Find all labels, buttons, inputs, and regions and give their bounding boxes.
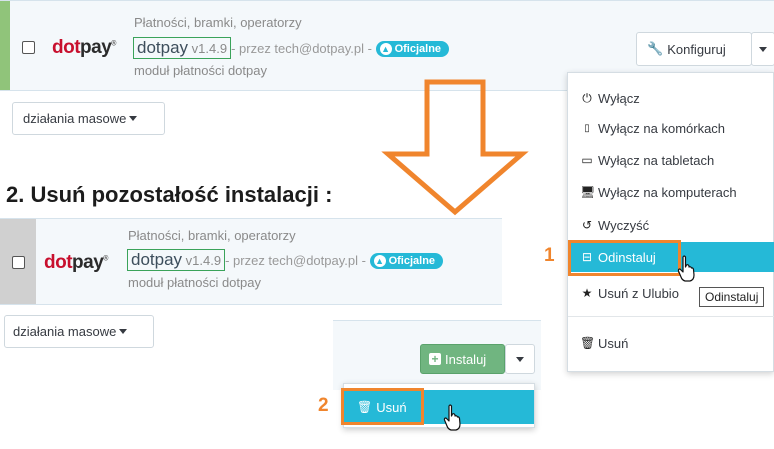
power-icon: ⏻ <box>582 90 592 105</box>
bulk-actions-button-bottom[interactable]: działania masowe <box>4 315 154 348</box>
trash-icon: 🗑 <box>580 336 596 350</box>
dotpay-logo: dotpay® <box>44 252 108 273</box>
menu-item-disable-mobile[interactable]: ▯ Wyłącz na komórkach <box>568 113 774 143</box>
undo-icon: ↺ <box>581 218 593 232</box>
tablet-icon: ▭ <box>581 153 593 167</box>
configure-dropdown-toggle[interactable] <box>751 32 774 66</box>
chevron-down-icon <box>759 46 767 52</box>
module-category: Płatności, bramki, operatorzy <box>134 15 302 30</box>
module-name: dotpay <box>131 250 183 269</box>
module-name-box: dotpay v1.4.9 <box>127 249 226 271</box>
menu-item-delete[interactable]: 🗑 Usuń <box>568 328 774 358</box>
pin-icon: ▲ <box>373 255 386 267</box>
page-heading: 2. Usuń pozostałość instalacji : <box>6 182 333 207</box>
dotpay-logo: dotpay® <box>52 37 116 58</box>
module-description: moduł płatności dotpay <box>134 63 267 78</box>
mobile-icon: ▯ <box>584 122 590 134</box>
caret-icon <box>119 329 128 334</box>
menu-divider <box>568 316 774 317</box>
pin-icon: ▲ <box>379 43 392 55</box>
bulk-actions-button-top[interactable]: działania masowe <box>12 102 165 135</box>
plus-square-icon: + <box>429 353 441 365</box>
module-description: moduł płatności dotpay <box>128 275 261 290</box>
chevron-down-icon <box>516 356 524 362</box>
module-name-line: dotpay v1.4.9- przez tech@dotpay.pl - ▲ O… <box>133 37 450 59</box>
highlight-uninstall <box>568 240 681 276</box>
module-row-bottom: dotpay® Płatności, bramki, operatorzy do… <box>0 218 502 305</box>
module-name-box: dotpay v1.4.9 <box>133 37 232 59</box>
step-1-label: 1 <box>544 245 555 266</box>
install-dropdown-toggle[interactable] <box>505 344 535 374</box>
module-name: dotpay <box>137 38 189 57</box>
official-badge: ▲ Oficjalne <box>375 41 450 57</box>
module-author: - przez tech@dotpay.pl - <box>231 41 372 56</box>
module-version: v1.4.9 <box>185 253 222 268</box>
configure-button[interactable]: 🔧 Konfiguruj <box>636 32 752 66</box>
module-version: v1.4.9 <box>191 41 228 56</box>
desktop-icon: 🖥 <box>580 185 596 199</box>
module-category: Płatności, bramki, operatorzy <box>128 228 296 243</box>
highlight-delete <box>341 388 424 425</box>
menu-item-disable-desktop[interactable]: 🖥 Wyłącz na komputerach <box>568 177 774 207</box>
module-actions-dropdown: ⏻ Wyłącz ▯ Wyłącz na komórkach ▭ Wyłącz na … <box>567 72 774 372</box>
step-2-label: 2 <box>318 395 329 416</box>
module-author: - przez tech@dotpay.pl - <box>225 253 366 268</box>
menu-item-disable[interactable]: ⏻ Wyłącz <box>568 83 774 113</box>
hand-cursor-icon <box>443 404 461 431</box>
uninstall-tooltip: Odinstaluj <box>699 287 765 307</box>
star-icon: ★ <box>581 286 593 300</box>
official-badge: ▲ Oficjalne <box>369 253 444 269</box>
module-checkbox[interactable] <box>12 256 25 269</box>
caret-icon <box>129 116 138 121</box>
menu-item-disable-tablet[interactable]: ▭ Wyłącz na tabletach <box>568 145 774 175</box>
hand-cursor-icon <box>677 255 695 282</box>
enabled-strip <box>0 1 10 90</box>
module-name-line: dotpay v1.4.9- przez tech@dotpay.pl - ▲ O… <box>127 249 444 271</box>
install-button[interactable]: + Instaluj <box>420 344 505 374</box>
wrench-icon: 🔧 <box>647 41 664 56</box>
arrow-down-icon <box>381 79 529 216</box>
menu-item-reset[interactable]: ↺ Wyczyść <box>568 210 774 240</box>
module-checkbox[interactable] <box>22 41 35 54</box>
